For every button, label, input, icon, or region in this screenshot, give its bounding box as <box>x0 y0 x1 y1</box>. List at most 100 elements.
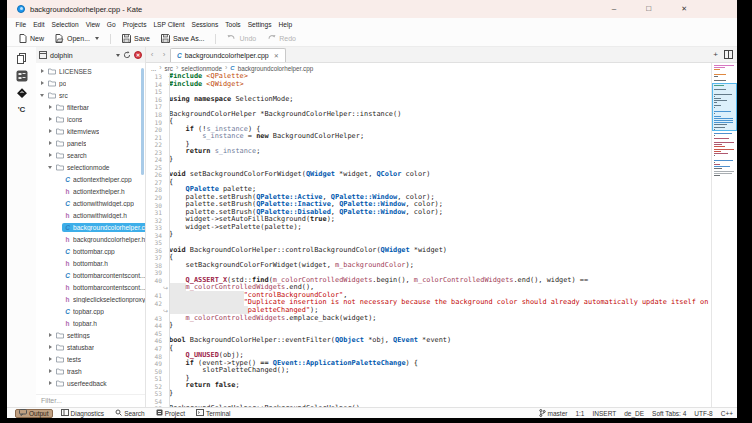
maximize-button[interactable]: □ <box>646 5 651 13</box>
tree-item-actiontexthelpercpp[interactable]: Cactiontexthelper.cpp <box>36 173 145 185</box>
tree-item-src[interactable]: src <box>36 89 145 101</box>
collapse-arrow-icon[interactable] <box>46 105 54 109</box>
tree-item-topbarh[interactable]: htopbar.h <box>36 317 145 329</box>
status-master[interactable]: master <box>539 409 568 418</box>
code-token: QColor <box>376 170 401 178</box>
lsp-symbols-icon[interactable]: 'C <box>15 103 29 116</box>
status-1-1[interactable]: 1:1 <box>575 410 584 417</box>
toolview-button-search[interactable]: Search <box>112 409 148 418</box>
nav-back-icon[interactable]: ‹ <box>146 47 158 62</box>
breadcrumb-item[interactable]: selectionmode <box>181 65 222 72</box>
toolview-button-diagnostics[interactable]: Diagnostics <box>58 409 108 418</box>
tree-item-singleclickselectionproxy[interactable]: hsingleclickselectionproxy... <box>36 293 145 305</box>
status-c++[interactable]: C++ <box>721 410 733 417</box>
tree-item-topbarcpp[interactable]: Ctopbar.cpp <box>36 305 145 317</box>
minimize-button[interactable]: – <box>612 5 616 13</box>
split-view-icon[interactable] <box>724 50 733 59</box>
status-insert[interactable]: INSERT <box>592 410 616 417</box>
tree-item-actiontexthelperh[interactable]: hactiontexthelper.h <box>36 185 145 197</box>
save-as-button[interactable]: Save As... <box>157 34 209 44</box>
documents-icon[interactable] <box>15 52 29 65</box>
open-button[interactable]: Open... <box>51 34 103 44</box>
breadcrumb-item[interactable]: ... <box>151 65 156 72</box>
project-selector[interactable]: dolphin ✕ <box>36 47 145 63</box>
minimap-viewport[interactable] <box>712 83 737 131</box>
tree-item-po[interactable]: po <box>36 77 145 89</box>
status-utf-8[interactable]: UTF-8 <box>694 410 712 417</box>
menu-help[interactable]: Help <box>275 21 296 28</box>
menu-sessions[interactable]: Sessions <box>188 21 222 28</box>
status-label: UTF-8 <box>694 410 712 417</box>
open-dropdown-caret[interactable] <box>95 37 99 40</box>
tree-item-bottombarcontentscont[interactable]: Cbottombarcontentscont... <box>36 269 145 281</box>
collapse-arrow-icon[interactable] <box>46 381 54 385</box>
menu-view[interactable]: View <box>82 21 103 28</box>
tree-item-tests[interactable]: tests <box>36 353 145 365</box>
filesystem-icon[interactable] <box>15 86 29 99</box>
stop-icon[interactable]: ✕ <box>134 51 142 59</box>
collapse-arrow-icon[interactable] <box>46 117 54 121</box>
tree-item-bottombarcontentscont[interactable]: hbottombarcontentscont... <box>36 281 145 293</box>
collapse-arrow-icon[interactable] <box>46 129 54 133</box>
tree-item-bottombarh[interactable]: hbottombar.h <box>36 257 145 269</box>
nav-forward-icon[interactable]: › <box>158 47 170 62</box>
collapse-arrow-icon[interactable] <box>46 357 54 361</box>
tree-filter-input[interactable]: Filter... <box>36 394 145 407</box>
status-label: C++ <box>721 410 733 417</box>
tab-backgroundcolorhelper[interactable]: C backgroundcolorhelper.cpp ✕ <box>170 48 286 62</box>
expand-arrow-icon[interactable] <box>46 166 54 169</box>
collapse-arrow-icon[interactable] <box>46 345 54 349</box>
collapse-arrow-icon[interactable] <box>46 153 54 157</box>
tab-close-icon[interactable]: ✕ <box>274 52 279 59</box>
toolview-button-output[interactable]: Output <box>15 409 53 418</box>
menu-lsp-client[interactable]: LSP Client <box>150 21 188 28</box>
breadcrumb-item[interactable]: src <box>165 65 173 72</box>
tree-item-statusbar[interactable]: statusbar <box>36 341 145 353</box>
menu-projects[interactable]: Projects <box>119 21 150 28</box>
tree-item-trash[interactable]: trash <box>36 365 145 377</box>
menu-edit[interactable]: Edit <box>30 21 48 28</box>
tree-item-backgroundcolorhelperh[interactable]: hbackgroundcolorhelper.h <box>36 233 145 245</box>
status-soft-tabs-4[interactable]: Soft Tabs: 4 <box>652 410 686 417</box>
tree-item-userfeedback[interactable]: userfeedback <box>36 377 145 389</box>
collapse-arrow-icon[interactable] <box>38 69 46 73</box>
collapse-arrow-icon[interactable] <box>46 369 54 373</box>
save-button[interactable]: Save <box>118 34 154 44</box>
toolview-button-project[interactable]: Project <box>153 409 188 418</box>
new-tab-icon[interactable]: + <box>713 50 718 59</box>
tree-item-actionwithwidgetcpp[interactable]: Cactionwithwidget.cpp <box>36 197 145 209</box>
menu-go[interactable]: Go <box>103 21 119 28</box>
refresh-icon[interactable] <box>123 51 131 59</box>
breadcrumb-item[interactable]: backgroundcolorhelper.cpp <box>238 65 314 72</box>
tree-item-licenses[interactable]: LICENSES <box>36 65 145 77</box>
tree-item-bottombarcpp[interactable]: Cbottombar.cpp <box>36 245 145 257</box>
new-button[interactable]: New <box>15 34 48 44</box>
menu-settings[interactable]: Settings <box>244 21 275 28</box>
tree-item-icons[interactable]: icons <box>36 113 145 125</box>
tree-item-actionwithwidgeth[interactable]: hactionwithwidget.h <box>36 209 145 221</box>
tree-item-panels[interactable]: panels <box>36 137 145 149</box>
projects-icon[interactable] <box>15 69 29 82</box>
collapse-arrow-icon[interactable] <box>46 333 54 337</box>
status-de-de[interactable]: de_DE <box>624 410 644 417</box>
menu-selection[interactable]: Selection <box>48 21 82 28</box>
expand-arrow-icon[interactable] <box>38 94 46 97</box>
tree-item-selectionmode[interactable]: selectionmode <box>36 161 145 173</box>
tree-item-kitemviews[interactable]: kitemviews <box>36 125 145 137</box>
collapse-arrow-icon[interactable] <box>46 141 54 145</box>
tree-item-settings[interactable]: settings <box>36 329 145 341</box>
code-view[interactable]: 13#include <QPalette>14#include <QWidget… <box>146 73 737 407</box>
tree-item-search[interactable]: search <box>36 149 145 161</box>
combo-caret-icon[interactable] <box>116 54 120 57</box>
minimap-scrollbar[interactable] <box>711 63 737 407</box>
toolview-button-terminal[interactable]: Terminal <box>193 409 234 418</box>
close-button[interactable]: ✕ <box>681 5 687 13</box>
tree-item-filterbar[interactable]: filterbar <box>36 101 145 113</box>
line-number: 13 <box>146 73 162 80</box>
collapse-arrow-icon[interactable] <box>38 81 46 85</box>
titlebar[interactable]: backgroundcolorhelper.cpp - Kate – □ ✕ <box>7 0 737 18</box>
tree-item-backgroundcolorhelperc[interactable]: Cbackgroundcolorhelper.c... <box>36 221 145 233</box>
menu-file[interactable]: File <box>12 21 30 28</box>
menu-tools[interactable]: Tools <box>222 21 244 28</box>
tree-scrollbar[interactable] <box>141 68 144 175</box>
